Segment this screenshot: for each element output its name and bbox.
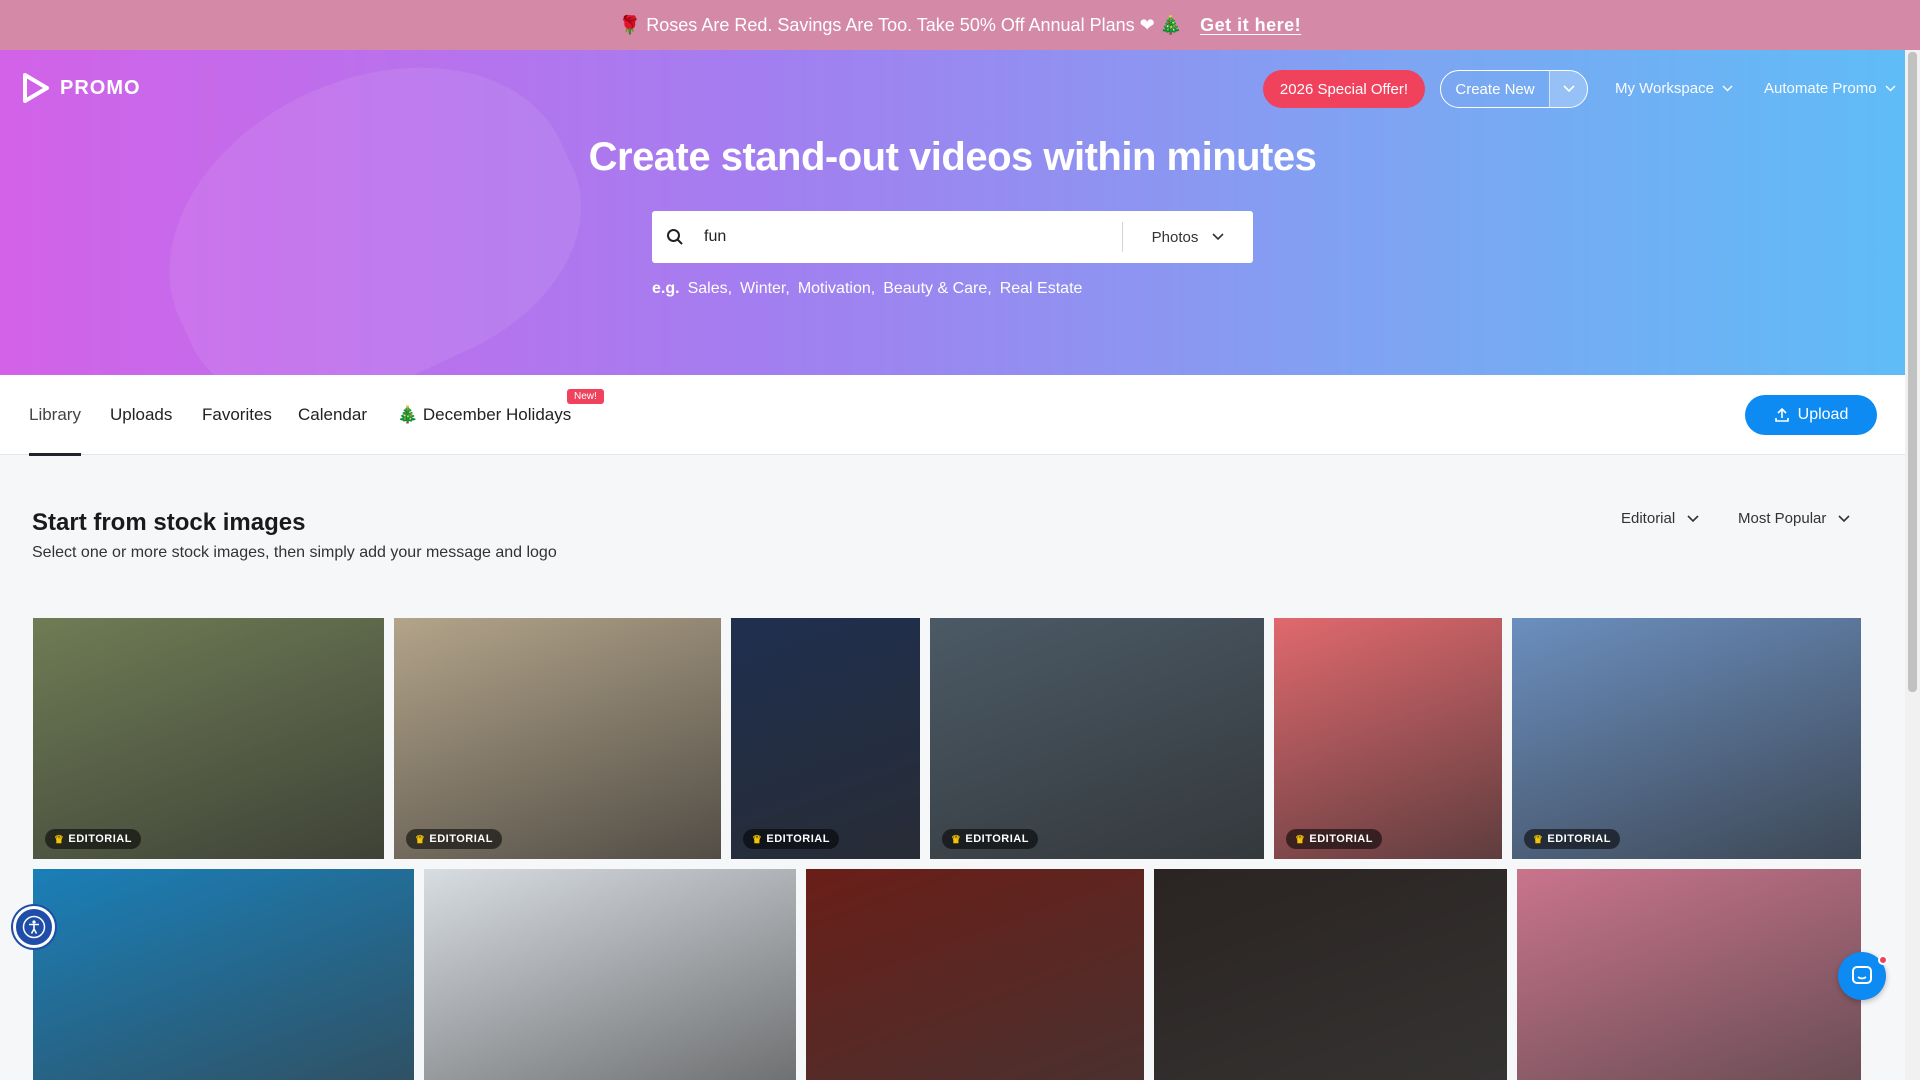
- hero-title: Create stand-out videos within minutes: [588, 135, 1317, 179]
- upload-icon: [1774, 407, 1789, 422]
- crown-icon: ♛: [951, 833, 962, 846]
- editorial-label: EDITORIAL: [965, 833, 1029, 845]
- editorial-tag: ♛ EDITORIAL: [1286, 829, 1382, 849]
- section-subtitle: Select one or more stock images, then si…: [32, 544, 557, 561]
- stock-image[interactable]: [424, 869, 796, 1080]
- chat-icon: [1852, 966, 1872, 984]
- page-scrollbar[interactable]: [1905, 50, 1920, 1080]
- tab-calendar[interactable]: Calendar: [298, 375, 367, 455]
- tab-library[interactable]: Library: [29, 375, 81, 456]
- editorial-label: EDITORIAL: [429, 833, 493, 845]
- crown-icon: ♛: [752, 833, 763, 846]
- chevron-down-icon: [1722, 85, 1733, 92]
- crown-icon: ♛: [54, 833, 65, 846]
- create-new-button[interactable]: Create New: [1440, 70, 1588, 108]
- stock-image[interactable]: ♛ EDITORIAL: [731, 618, 920, 859]
- hero-hand-image: [116, 50, 624, 375]
- promo-logo[interactable]: PROMO: [22, 73, 141, 103]
- stock-image[interactable]: [1517, 869, 1861, 1080]
- example-link[interactable]: Winter,: [740, 280, 790, 298]
- stock-image[interactable]: [33, 869, 414, 1080]
- search-bar: Photos: [652, 211, 1253, 263]
- stock-image[interactable]: ♛ EDITORIAL: [1274, 618, 1502, 859]
- library-tabs: Library Uploads Favorites Calendar 🎄 Dec…: [0, 375, 1905, 456]
- stock-image[interactable]: [1154, 869, 1507, 1080]
- accessibility-button[interactable]: [13, 906, 55, 948]
- automate-promo-menu[interactable]: Automate Promo: [1764, 80, 1896, 97]
- crown-icon: ♛: [415, 833, 426, 846]
- my-workspace-menu[interactable]: My Workspace: [1615, 80, 1733, 97]
- promo-banner-text: 🌹 Roses Are Red. Savings Are Too. Take 5…: [618, 14, 1183, 35]
- accessibility-icon: [22, 915, 46, 939]
- logo-icon: [23, 73, 49, 103]
- stock-image[interactable]: [806, 869, 1144, 1080]
- example-link[interactable]: Beauty & Care,: [883, 280, 992, 298]
- stock-image[interactable]: ♛ EDITORIAL: [1512, 618, 1861, 859]
- search-input[interactable]: [698, 228, 1122, 246]
- upload-button[interactable]: Upload: [1745, 395, 1877, 435]
- sort-filter-label: Most Popular: [1738, 510, 1827, 527]
- example-link[interactable]: Motivation,: [798, 280, 875, 298]
- promo-banner: 🌹 Roses Are Red. Savings Are Too. Take 5…: [0, 0, 1920, 50]
- tab-december-holidays[interactable]: 🎄 December Holidays: [397, 375, 571, 455]
- sort-filter[interactable]: Most Popular: [1738, 510, 1850, 527]
- my-workspace-label: My Workspace: [1615, 80, 1714, 97]
- chevron-down-icon: [1562, 85, 1575, 93]
- editorial-tag: ♛ EDITORIAL: [942, 829, 1038, 849]
- search-examples: e.g. Sales, Winter, Motivation, Beauty &…: [652, 280, 1082, 298]
- editorial-label: EDITORIAL: [1309, 833, 1373, 845]
- special-offer-button[interactable]: 2026 Special Offer!: [1263, 70, 1425, 108]
- search-type-label: Photos: [1151, 228, 1199, 246]
- section-title: Start from stock images: [32, 509, 306, 536]
- create-new-label[interactable]: Create New: [1441, 71, 1549, 107]
- editorial-filter-label: Editorial: [1621, 510, 1676, 527]
- logo-text: PROMO: [60, 76, 141, 99]
- examples-prefix: e.g.: [652, 280, 680, 297]
- editorial-tag: ♛ EDITORIAL: [45, 829, 141, 849]
- tab-favorites[interactable]: Favorites: [202, 375, 272, 455]
- editorial-tag: ♛ EDITORIAL: [406, 829, 502, 849]
- search-icon[interactable]: [652, 228, 698, 246]
- editorial-filter[interactable]: Editorial: [1621, 510, 1699, 527]
- example-link[interactable]: Real Estate: [1000, 280, 1083, 298]
- crown-icon: ♛: [1295, 833, 1306, 846]
- upload-label: Upload: [1797, 406, 1849, 423]
- chevron-down-icon: [1885, 85, 1896, 92]
- chevron-down-icon: [1838, 514, 1850, 522]
- search-type-select[interactable]: Photos: [1123, 229, 1253, 246]
- chat-notification-dot: [1878, 955, 1888, 965]
- example-link[interactable]: Sales,: [688, 280, 732, 298]
- automate-promo-label: Automate Promo: [1764, 80, 1877, 97]
- hero: PROMO 2026 Special Offer! Create New My …: [0, 50, 1905, 375]
- editorial-label: EDITORIAL: [766, 833, 830, 845]
- chevron-down-icon: [1212, 233, 1224, 241]
- editorial-tag: ♛ EDITORIAL: [1524, 829, 1620, 849]
- editorial-label: EDITORIAL: [68, 833, 132, 845]
- scrollbar-thumb[interactable]: [1908, 52, 1917, 692]
- editorial-label: EDITORIAL: [1547, 833, 1611, 845]
- stock-image[interactable]: ♛ EDITORIAL: [33, 618, 384, 859]
- tab-uploads[interactable]: Uploads: [110, 375, 172, 455]
- stock-image[interactable]: ♛ EDITORIAL: [930, 618, 1264, 859]
- crown-icon: ♛: [1533, 833, 1544, 846]
- promo-banner-cta-link[interactable]: Get it here!: [1200, 15, 1301, 36]
- new-badge: New!: [567, 389, 604, 404]
- create-new-dropdown-toggle[interactable]: [1549, 71, 1587, 107]
- chevron-down-icon: [1687, 514, 1699, 522]
- stock-image[interactable]: ♛ EDITORIAL: [394, 618, 721, 859]
- editorial-tag: ♛ EDITORIAL: [743, 829, 839, 849]
